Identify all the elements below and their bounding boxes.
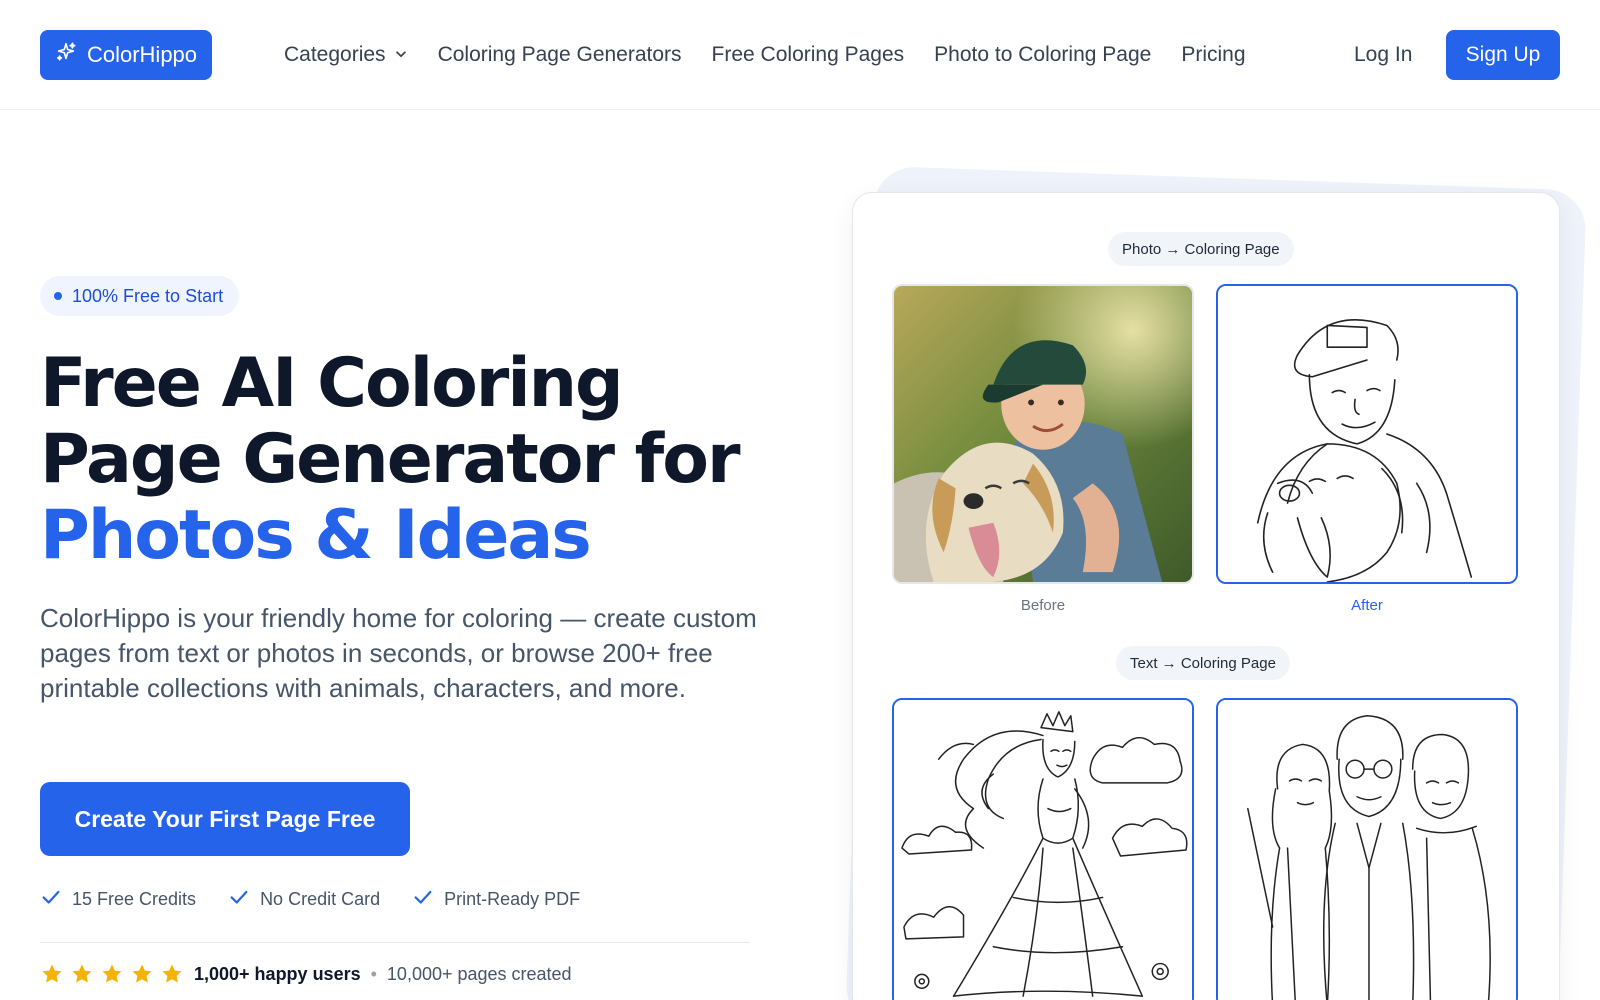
signup-button[interactable]: Sign Up bbox=[1446, 30, 1560, 80]
feature-item: 15 Free Credits bbox=[40, 886, 196, 913]
nav-photo-to-coloring-page[interactable]: Photo to Coloring Page bbox=[934, 43, 1151, 67]
star-icon bbox=[42, 964, 62, 983]
social-proof: 1,000+ happy users • 10,000+ pages creat… bbox=[40, 962, 572, 986]
hero-headline: Free AI Coloring Page Generator for Phot… bbox=[40, 344, 741, 575]
nav-free-coloring-pages[interactable]: Free Coloring Pages bbox=[712, 43, 905, 67]
top-navbar: ColorHippo Categories Coloring Page Gene… bbox=[0, 0, 1600, 110]
bullet-separator: • bbox=[370, 963, 377, 984]
main-nav: Categories Coloring Page Generators Free… bbox=[284, 30, 1246, 80]
logo-button[interactable]: ColorHippo bbox=[40, 30, 212, 80]
nav-categories-label: Categories bbox=[284, 43, 386, 66]
feature-list: 15 Free Credits No Credit Card Print-Rea… bbox=[40, 886, 580, 913]
nav-pricing[interactable]: Pricing bbox=[1181, 43, 1245, 67]
star-icon bbox=[162, 964, 182, 983]
login-link[interactable]: Log In bbox=[1354, 30, 1412, 80]
check-icon bbox=[228, 886, 250, 913]
princess-line-art bbox=[892, 698, 1194, 1000]
divider bbox=[40, 942, 750, 943]
nav-coloring-page-generators[interactable]: Coloring Page Generators bbox=[438, 43, 682, 67]
chevron-down-icon bbox=[394, 43, 408, 67]
feature-item: No Credit Card bbox=[228, 886, 380, 913]
badge-label: 100% Free to Start bbox=[72, 285, 224, 306]
photo-to-coloring-pill: Photo → Coloring Page bbox=[1108, 232, 1294, 266]
pages-created: 10,000+ pages created bbox=[386, 963, 572, 984]
star-icon bbox=[72, 964, 92, 983]
before-photo bbox=[892, 284, 1194, 584]
headline-accent: Photos & Ideas bbox=[40, 496, 592, 575]
before-caption: Before bbox=[1020, 597, 1066, 614]
badge-dot bbox=[54, 292, 62, 300]
happy-users: 1,000+ happy users bbox=[194, 963, 361, 984]
rating-stars bbox=[40, 962, 184, 986]
star-icon bbox=[132, 964, 152, 983]
nav-categories[interactable]: Categories bbox=[284, 43, 408, 67]
feature-item: Print-Ready PDF bbox=[412, 886, 580, 913]
feature-label: No Credit Card bbox=[260, 889, 381, 909]
text-to-coloring-pill: Text → Coloring Page bbox=[1116, 646, 1290, 680]
after-caption: After bbox=[1351, 597, 1383, 614]
check-icon bbox=[412, 886, 434, 913]
hero-description: ColorHippo is your friendly home for col… bbox=[40, 603, 757, 703]
create-first-page-button[interactable]: Create Your First Page Free bbox=[40, 782, 410, 856]
free-badge: 100% Free to Start bbox=[40, 276, 240, 316]
feature-label: 15 Free Credits bbox=[72, 889, 197, 909]
logo-text: ColorHippo bbox=[86, 42, 198, 67]
after-line-art bbox=[1216, 284, 1518, 584]
star-icon bbox=[102, 964, 122, 983]
characters-line-art bbox=[1216, 698, 1518, 1000]
headline-line-2: Page Generator for bbox=[40, 420, 741, 499]
sparkle-icon bbox=[55, 41, 77, 69]
check-icon bbox=[40, 886, 62, 913]
feature-label: Print-Ready PDF bbox=[444, 889, 581, 909]
headline-line-1: Free AI Coloring bbox=[40, 344, 624, 423]
